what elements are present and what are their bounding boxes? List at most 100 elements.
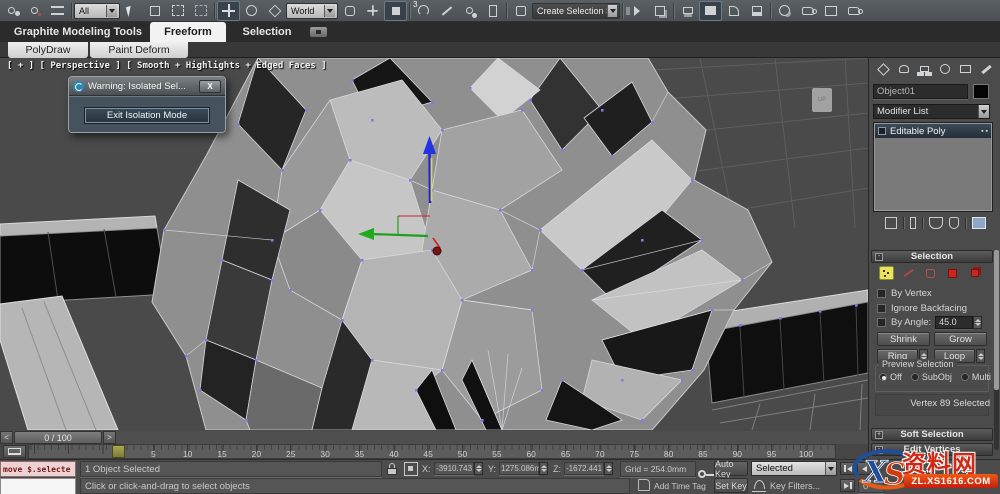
selection-rollout-header[interactable]: - Selection [871, 250, 993, 263]
named-selection-sets-dropdown[interactable]: Create Selection Se [532, 2, 620, 19]
y-coordinate-field[interactable]: 1275.086m [499, 462, 541, 475]
pin-stack-icon[interactable] [884, 217, 897, 229]
tab-freeform[interactable]: Freeform [150, 22, 226, 42]
dropdown-arrow-icon[interactable] [825, 462, 836, 475]
z-spinner[interactable] [604, 462, 613, 475]
select-object-icon[interactable] [120, 1, 143, 21]
subtab-paint-deform[interactable]: Paint Deform [90, 42, 188, 58]
dropdown-arrow-icon[interactable] [106, 4, 117, 17]
shrink-button[interactable]: Shrink [877, 332, 930, 346]
select-and-move-icon[interactable] [217, 0, 240, 21]
window-crossing-icon[interactable] [189, 1, 212, 21]
soft-selection-rollout-header[interactable]: + Soft Selection [871, 428, 993, 441]
scrollbar-thumb[interactable] [994, 250, 999, 390]
x-spinner[interactable] [474, 462, 483, 475]
panel-scrollbar[interactable] [994, 250, 999, 450]
material-editor-icon[interactable] [773, 1, 796, 21]
subtab-polydraw[interactable]: PolyDraw [8, 42, 88, 58]
maxscript-listener-input[interactable] [0, 478, 76, 494]
render-setup-icon[interactable] [796, 1, 819, 21]
preview-multi-radio[interactable]: Multi [960, 372, 991, 382]
viewport-label[interactable]: [ + ] [ Perspective ] [ Smooth + Highlig… [7, 61, 327, 71]
modifier-stack[interactable]: Editable Poly ▪ ▪ [873, 122, 993, 212]
edit-named-selection-sets-icon[interactable] [509, 1, 532, 21]
preview-off-radio[interactable]: Off [879, 372, 902, 382]
snaps-toggle-icon[interactable]: 3 [412, 0, 435, 21]
x-coordinate-field[interactable]: -3910.743 [434, 462, 474, 475]
make-unique-icon[interactable] [928, 217, 943, 229]
select-and-rotate-icon[interactable] [240, 1, 263, 21]
align-icon[interactable] [648, 1, 671, 21]
object-name-field[interactable]: Object01 [873, 84, 968, 99]
select-and-manipulate-icon[interactable] [361, 1, 384, 21]
time-slider-prev-arrow[interactable]: < [0, 431, 13, 444]
selection-lock-icon[interactable] [385, 462, 399, 476]
keyboard-shortcut-override-icon[interactable] [384, 0, 407, 21]
key-mode-dropdown[interactable]: Selected [751, 461, 837, 476]
maxscript-mini-listener[interactable]: move $.selecte [0, 461, 76, 477]
by-angle-field[interactable]: 45.0 [935, 315, 974, 329]
create-tab-icon[interactable] [874, 60, 892, 78]
modify-tab-icon[interactable] [895, 60, 913, 78]
loop-spinner[interactable] [976, 349, 985, 363]
show-end-result-icon[interactable] [909, 217, 916, 229]
use-pivot-point-center-icon[interactable] [338, 1, 361, 21]
layer-manager-icon[interactable] [676, 1, 699, 21]
track-bar[interactable]: 0510152025303540455055606570758085909510… [0, 444, 868, 459]
perspective-viewport[interactable]: [ + ] [ Perspective ] [ Smooth + Highlig… [0, 58, 868, 430]
object-color-swatch[interactable] [973, 84, 989, 99]
open-mini-curve-editor-icon[interactable] [3, 445, 26, 458]
hierarchy-tab-icon[interactable] [916, 60, 934, 78]
select-and-scale-icon[interactable] [263, 1, 286, 21]
set-keys-icon[interactable] [698, 468, 714, 483]
by-angle-checkbox[interactable] [877, 317, 886, 327]
render-production-icon[interactable] [842, 1, 865, 21]
grow-button[interactable]: Grow [934, 332, 987, 346]
selection-filter-dropdown[interactable]: All [74, 2, 120, 19]
ignore-backfacing-checkbox[interactable] [877, 303, 886, 313]
unlink-selection-icon[interactable] [23, 1, 46, 21]
dialog-title-bar[interactable]: Warning: Isolated Sel... X [69, 77, 225, 96]
select-by-name-icon[interactable] [143, 1, 166, 21]
time-slider-handle[interactable] [112, 444, 125, 458]
remove-modifier-icon[interactable] [948, 217, 959, 229]
viewcube[interactable]: UP [812, 88, 832, 112]
auto-key-button[interactable]: Auto Key [714, 459, 748, 479]
polygon-subobject-icon[interactable] [945, 266, 960, 280]
close-icon[interactable]: X [199, 79, 221, 93]
tab-graphite-modeling-tools[interactable]: Graphite Modeling Tools [8, 22, 148, 42]
set-key-button[interactable]: Set Key [714, 478, 748, 493]
element-subobject-icon[interactable] [967, 266, 982, 280]
absolute-mode-icon[interactable] [404, 462, 418, 476]
time-slider[interactable]: 0 / 100 [14, 431, 102, 444]
z-coordinate-field[interactable]: -1672.441 [564, 462, 604, 475]
graphite-modeling-tools-toggle-icon[interactable] [699, 0, 722, 21]
ribbon-minimize-icon[interactable] [310, 27, 327, 37]
track-bar-ruler[interactable]: 0510152025303540455055606570758085909510… [28, 444, 836, 459]
reference-coordinate-dropdown[interactable]: World [286, 2, 338, 19]
utilities-tab-icon[interactable] [978, 60, 996, 78]
bind-to-space-warp-icon[interactable] [46, 1, 69, 21]
time-slider-next-arrow[interactable]: > [103, 431, 116, 444]
tab-selection[interactable]: Selection [232, 22, 302, 42]
configure-modifier-sets-icon[interactable] [971, 217, 986, 229]
angle-snap-icon[interactable] [435, 1, 458, 21]
dropdown-arrow-icon[interactable] [978, 105, 989, 118]
spinner-snap-icon[interactable] [481, 1, 504, 21]
dropdown-arrow-icon[interactable] [607, 4, 617, 17]
rendered-frame-window-icon[interactable] [819, 1, 842, 21]
preview-subobj-radio[interactable]: SubObj [910, 372, 952, 382]
select-and-link-icon[interactable] [0, 1, 23, 21]
by-vertex-checkbox[interactable] [877, 288, 886, 298]
border-subobject-icon[interactable] [923, 266, 938, 280]
display-tab-icon[interactable] [957, 60, 975, 78]
vertex-subobject-icon[interactable] [879, 266, 894, 280]
curve-editor-icon[interactable] [722, 1, 745, 21]
by-angle-spinner[interactable] [973, 315, 983, 329]
y-spinner[interactable] [539, 462, 548, 475]
exit-isolation-mode-button[interactable]: Exit Isolation Mode [84, 107, 210, 124]
schematic-view-icon[interactable] [745, 1, 768, 21]
stack-item-editable-poly[interactable]: Editable Poly ▪ ▪ [875, 124, 991, 138]
edge-subobject-icon[interactable] [901, 266, 916, 280]
rectangular-selection-region-icon[interactable] [166, 1, 189, 21]
